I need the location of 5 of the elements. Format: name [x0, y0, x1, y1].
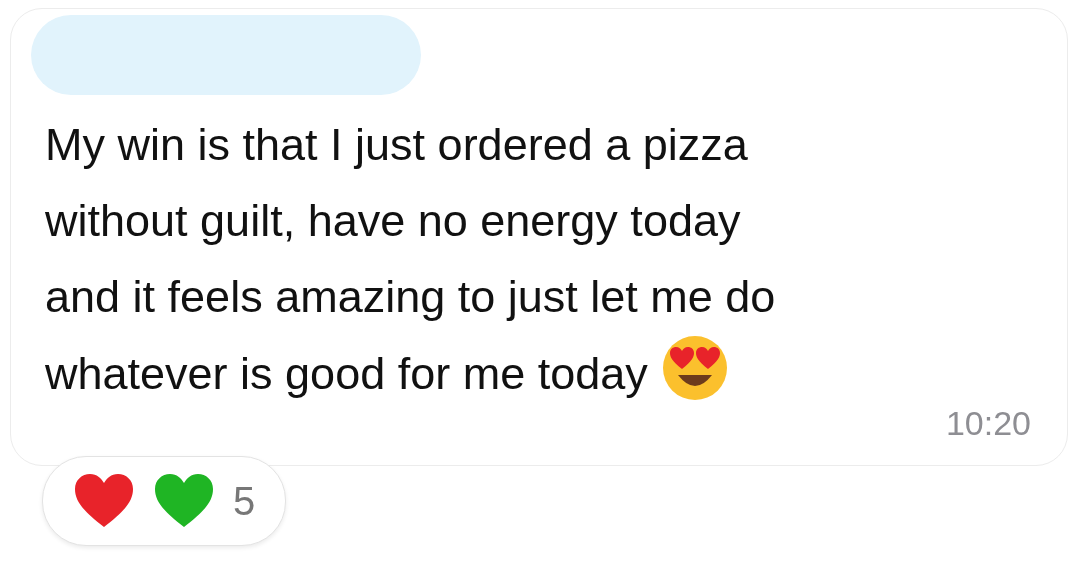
message-time: 10:20 [945, 404, 1031, 443]
message-text: My win is that I just ordered a pizza without guilt, have no energy today and it feels amazing to just let me do whatever is good for me today [45, 118, 777, 403]
heart-eyes-emoji-icon [661, 335, 728, 401]
reactions-pill[interactable]: 5 [42, 456, 287, 546]
reaction-count: 5 [233, 478, 256, 524]
